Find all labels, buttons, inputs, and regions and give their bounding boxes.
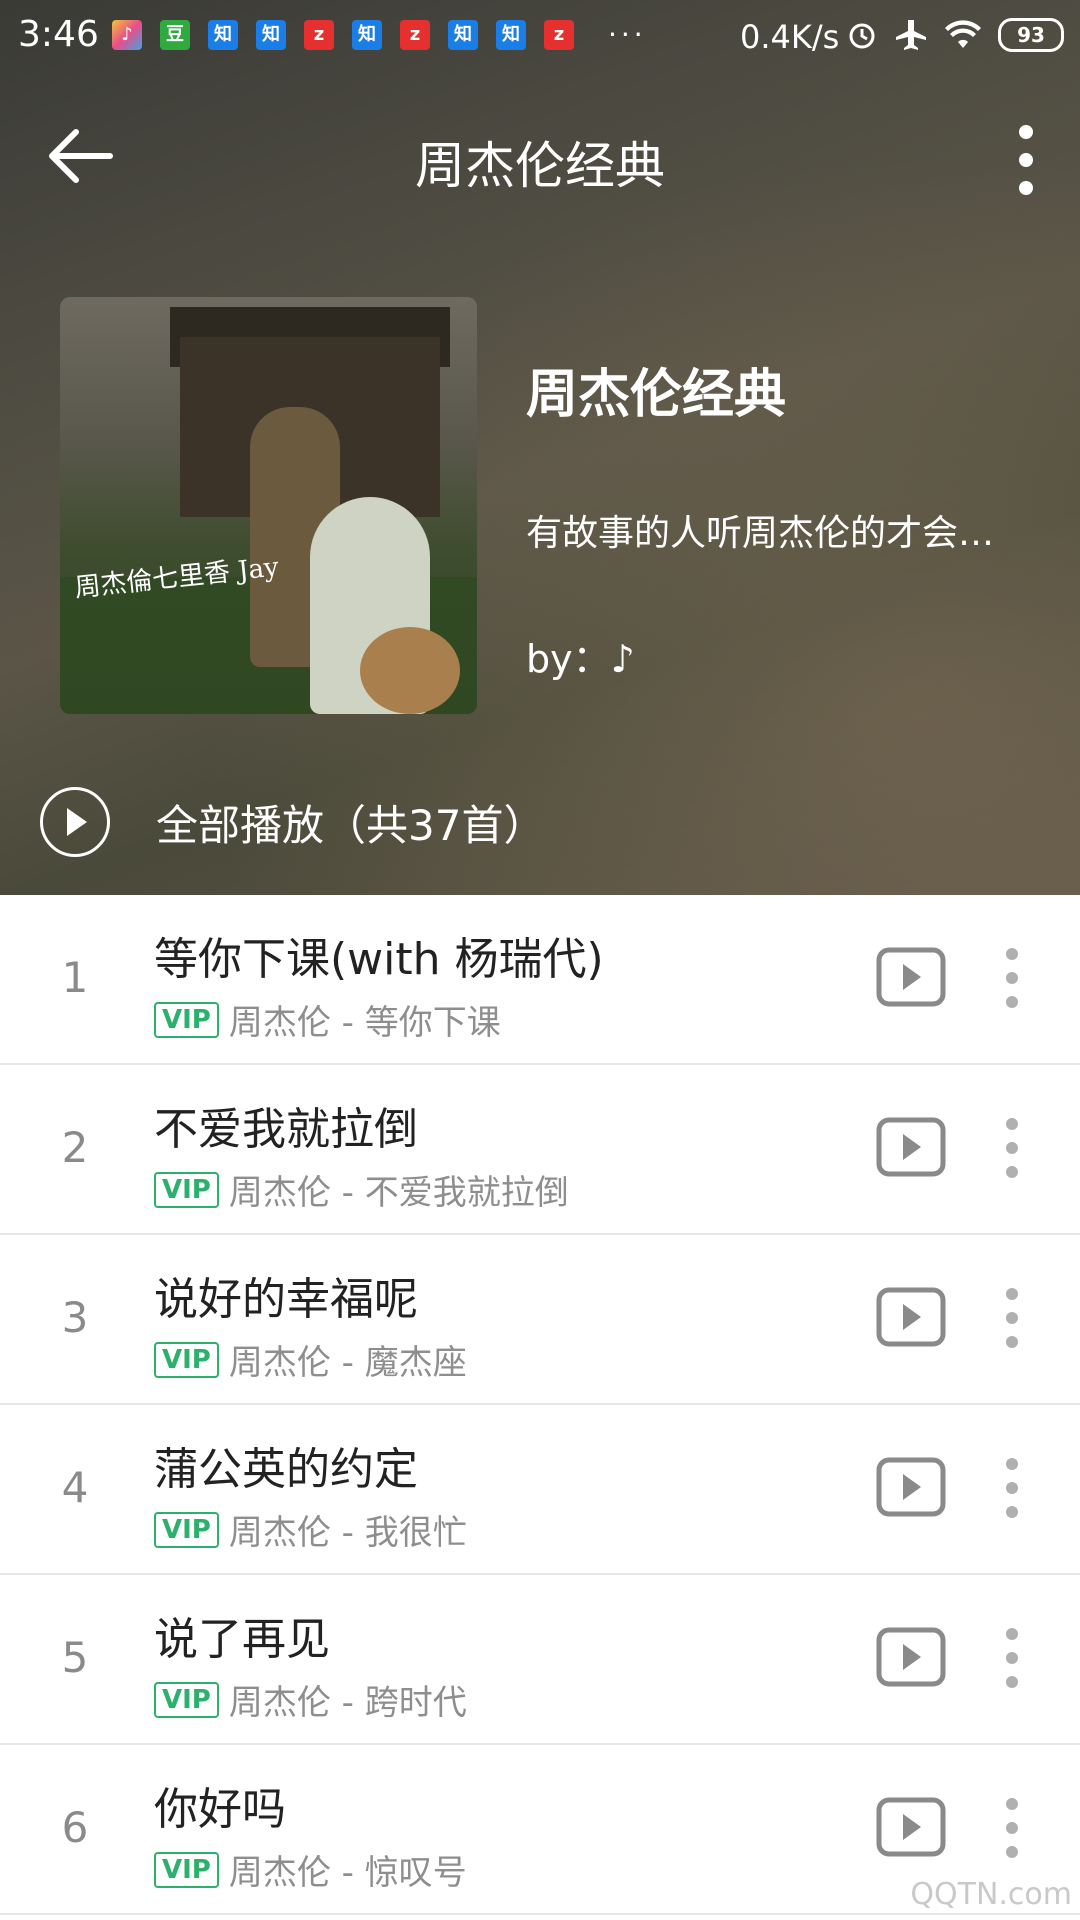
notif-icon: 知	[208, 19, 238, 50]
notif-icon: z	[304, 19, 334, 50]
vip-badge: VIP	[154, 1851, 219, 1888]
song-title: 蒲公英的约定	[154, 1444, 418, 1495]
network-speed: 0.4K/s	[740, 18, 840, 56]
song-row[interactable]: 5 说了再见 VIP 周杰伦 - 跨时代	[0, 1575, 1080, 1745]
playlist-cover-image[interactable]: 周杰倫七里香 Jay	[60, 297, 477, 714]
song-meta: VIP 周杰伦 - 魔杰座	[154, 1335, 467, 1384]
vip-badge: VIP	[154, 1511, 219, 1548]
status-bar: 3:46 ♪ 豆 知 知 z 知 z 知 知 z ··· 0.4K/s 93	[0, 0, 1080, 72]
song-artist-album: 周杰伦 - 不爱我就拉倒	[228, 1173, 569, 1213]
wifi-icon	[945, 20, 981, 48]
play-all-label: 全部播放（共37首）	[156, 800, 546, 850]
alarm-icon	[849, 23, 875, 49]
vip-badge: VIP	[154, 1001, 219, 1038]
vip-badge: VIP	[154, 1171, 219, 1208]
song-more-icon[interactable]	[1000, 1625, 1024, 1691]
mv-play-icon[interactable]	[876, 947, 946, 1007]
song-more-icon[interactable]	[1000, 1795, 1024, 1861]
playlist-description[interactable]: 有故事的人听周杰伦的才会…	[526, 504, 1046, 556]
notif-icon: 知	[256, 19, 286, 50]
song-index: 5	[61, 1633, 89, 1682]
song-artist-album: 周杰伦 - 惊叹号	[228, 1853, 467, 1893]
mv-play-icon[interactable]	[876, 1117, 946, 1177]
mv-play-icon[interactable]	[876, 1627, 946, 1687]
song-index: 1	[61, 953, 89, 1002]
song-title: 你好吗	[154, 1784, 286, 1835]
notif-icon: 知	[448, 19, 478, 50]
song-title: 说了再见	[154, 1614, 330, 1665]
notif-icon: z	[544, 19, 574, 50]
song-artist-album: 周杰伦 - 魔杰座	[228, 1343, 467, 1383]
song-more-icon[interactable]	[1000, 1285, 1024, 1351]
mv-play-icon[interactable]	[876, 1457, 946, 1517]
music-app-icon: ♪	[112, 19, 142, 50]
playlist-creator[interactable]: by：♪	[526, 628, 635, 683]
app-bar: 周杰伦经典	[0, 96, 1080, 216]
song-meta: VIP 周杰伦 - 不爱我就拉倒	[154, 1165, 569, 1214]
more-notifications-icon: ···	[608, 18, 647, 51]
notif-icon: 知	[496, 19, 526, 50]
song-meta: VIP 周杰伦 - 跨时代	[154, 1675, 467, 1724]
mv-play-icon[interactable]	[876, 1287, 946, 1347]
song-index: 4	[61, 1463, 89, 1512]
song-meta: VIP 周杰伦 - 我很忙	[154, 1505, 467, 1554]
song-index: 2	[61, 1123, 89, 1172]
song-list: 1 等你下课(with 杨瑞代) VIP 周杰伦 - 等你下课 2 不爱我就拉倒…	[0, 895, 1080, 1915]
song-title: 说好的幸福呢	[154, 1274, 418, 1325]
song-row[interactable]: 2 不爱我就拉倒 VIP 周杰伦 - 不爱我就拉倒	[0, 1065, 1080, 1235]
site-watermark: QQTN.com	[910, 1877, 1072, 1912]
playlist-title: 周杰伦经典	[526, 365, 787, 425]
song-index: 6	[61, 1803, 89, 1852]
song-more-icon[interactable]	[1000, 945, 1024, 1011]
song-more-icon[interactable]	[1000, 1455, 1024, 1521]
song-row[interactable]: 3 说好的幸福呢 VIP 周杰伦 - 魔杰座	[0, 1235, 1080, 1405]
song-row[interactable]: 4 蒲公英的约定 VIP 周杰伦 - 我很忙	[0, 1405, 1080, 1575]
status-time: 3:46	[18, 14, 99, 55]
system-icons: 93	[846, 18, 1064, 52]
notification-icons: ♪ 豆 知 知 z 知 z 知 知 z ···	[112, 18, 647, 51]
airplane-icon	[896, 20, 926, 50]
vip-badge: VIP	[154, 1681, 219, 1718]
more-vert-icon[interactable]	[1006, 120, 1046, 200]
song-meta: VIP 周杰伦 - 惊叹号	[154, 1845, 467, 1894]
song-title: 不爱我就拉倒	[154, 1104, 418, 1155]
cover-teddy-bear	[360, 627, 460, 714]
play-all-button[interactable]: 全部播放（共37首）	[40, 786, 545, 858]
song-artist-album: 周杰伦 - 跨时代	[228, 1683, 467, 1723]
song-meta: VIP 周杰伦 - 等你下课	[154, 995, 501, 1044]
notif-icon: 知	[352, 19, 382, 50]
song-title: 等你下课(with 杨瑞代)	[154, 934, 604, 985]
song-index: 3	[61, 1293, 89, 1342]
page-title: 周杰伦经典	[415, 137, 665, 195]
song-artist-album: 周杰伦 - 等你下课	[228, 1003, 501, 1043]
notif-icon: z	[400, 19, 430, 50]
notif-icon: 豆	[160, 19, 190, 50]
song-more-icon[interactable]	[1000, 1115, 1024, 1181]
play-circle-icon	[40, 787, 110, 857]
song-row[interactable]: 1 等你下课(with 杨瑞代) VIP 周杰伦 - 等你下课	[0, 895, 1080, 1065]
vip-badge: VIP	[154, 1341, 219, 1378]
song-artist-album: 周杰伦 - 我很忙	[228, 1513, 467, 1553]
mv-play-icon[interactable]	[876, 1797, 946, 1857]
battery-icon: 93	[998, 18, 1064, 52]
